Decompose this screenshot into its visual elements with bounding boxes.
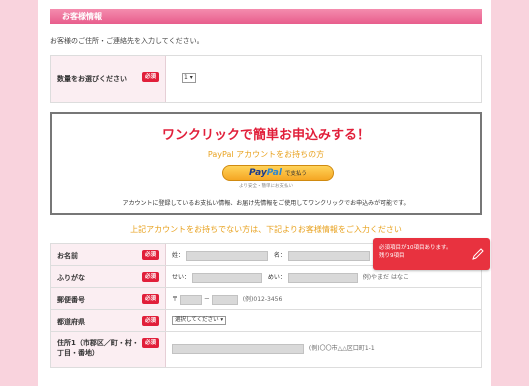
address1-input[interactable] <box>172 343 304 354</box>
required-badge: 必須 <box>142 272 160 282</box>
sei-label: 姓： <box>172 252 185 259</box>
prefecture-select[interactable]: 選択してください ▾ <box>172 316 227 325</box>
section-title-customer-info: お客様情報 <box>50 9 482 24</box>
form-row-postal: 郵便番号 必須 〒 － (例)012-3456 <box>50 288 482 310</box>
alert-line-2: 残り9項目 <box>379 253 405 259</box>
prefecture-label: 都道府県 <box>57 318 85 326</box>
quantity-label-cell: 数量をお選びください 必須 <box>51 56 166 102</box>
postal-code-second-input[interactable] <box>211 294 238 305</box>
postal-fields: 〒 － (例)012-3456 <box>172 294 282 305</box>
paypal-headline: ワンクリックで簡単お申込みする！ <box>161 128 370 143</box>
paypal-logo-pal: Pal <box>266 168 282 178</box>
no-account-instruction: 上記アカウントをお持ちでない方は、下記よりお客様情報をご入力ください <box>130 225 402 234</box>
label-cell: 郵便番号 必須 <box>51 288 166 309</box>
paypal-subheadline: PayPal アカウントをお持ちの方 <box>207 150 325 159</box>
address1-label: 住所1（市郡区／町・村・丁目・番地） <box>57 339 139 357</box>
mei-label: 名： <box>273 252 286 259</box>
paypal-button-note: より安全・簡単にお支払い <box>239 184 293 189</box>
paypal-checkout-button[interactable]: PayPal で支払う <box>222 165 334 181</box>
paypal-panel: ワンクリックで簡単お申込みする！ PayPal アカウントをお持ちの方 PayP… <box>50 112 482 215</box>
required-badge: 必須 <box>142 338 160 348</box>
required-badge: 必須 <box>142 294 160 304</box>
form-row-prefecture: 都道府県 必須 選択してください ▾ <box>50 310 482 332</box>
required-badge: 必須 <box>142 72 160 82</box>
furigana-fields: せい： めい： 例)やまだ はなこ <box>172 272 409 283</box>
required-fields-alert: 必須項目が10項目あります。 残り9項目 <box>373 238 490 270</box>
label-cell: 都道府県 必須 <box>51 310 166 331</box>
last-name-input[interactable] <box>185 250 268 261</box>
postal-label: 郵便番号 <box>57 296 85 304</box>
prefecture-select-value: 選択してください <box>175 317 219 323</box>
alert-line-1: 必須項目が10項目あります。 <box>379 245 452 251</box>
pencil-icon <box>472 248 484 260</box>
quantity-row: 数量をお選びください 必須 1 ▾ <box>50 55 482 103</box>
paypal-button-suffix: で支払う <box>284 171 307 177</box>
first-name-input[interactable] <box>287 250 370 261</box>
postal-example: (例)012-3456 <box>242 296 283 303</box>
name-fields: 姓： 名： <box>172 250 370 261</box>
paypal-description: アカウントに登録しているお支払い情報、お届け先情報をご使用してワンクリックでお申… <box>122 200 410 207</box>
chevron-down-icon: ▾ <box>187 74 193 81</box>
postal-code-first-input[interactable] <box>179 294 202 305</box>
label-cell: ふりがな 必須 <box>51 266 166 287</box>
furigana-label: ふりがな <box>57 274 85 282</box>
intro-text: お客様のご住所・ご連絡先を入力してください。 <box>50 37 204 45</box>
furigana-mei-label: めい： <box>267 274 286 281</box>
label-cell: 住所1（市郡区／町・村・丁目・番地） 必須 <box>51 332 166 367</box>
required-badge: 必須 <box>142 250 160 260</box>
page-content: お客様情報 お客様のご住所・ご連絡先を入力してください。 数量をお選びください … <box>38 0 491 386</box>
postal-prefix: 〒 <box>172 296 179 303</box>
furigana-first-input[interactable] <box>287 272 358 283</box>
name-label: お名前 <box>57 252 78 260</box>
address1-example: (例)〇〇市△△区口町1-1 <box>308 345 375 352</box>
quantity-label: 数量をお選びください <box>57 75 127 83</box>
label-cell: お名前 必須 <box>51 244 166 265</box>
paypal-logo-pay: Pay <box>249 168 267 178</box>
furigana-sei-label: せい： <box>172 274 191 281</box>
quantity-select[interactable]: 1 ▾ <box>182 73 196 83</box>
address1-fields: (例)〇〇市△△区口町1-1 <box>172 343 375 354</box>
furigana-example: 例)やまだ はなこ <box>362 274 409 281</box>
furigana-last-input[interactable] <box>191 272 262 283</box>
postal-dash: － <box>203 296 210 303</box>
chevron-down-icon: ▾ <box>218 317 224 323</box>
form-row-address1: 住所1（市郡区／町・村・丁目・番地） 必須 (例)〇〇市△△区口町1-1 <box>50 332 482 368</box>
required-badge: 必須 <box>142 316 160 326</box>
prefecture-fields: 選択してください ▾ <box>172 316 227 325</box>
